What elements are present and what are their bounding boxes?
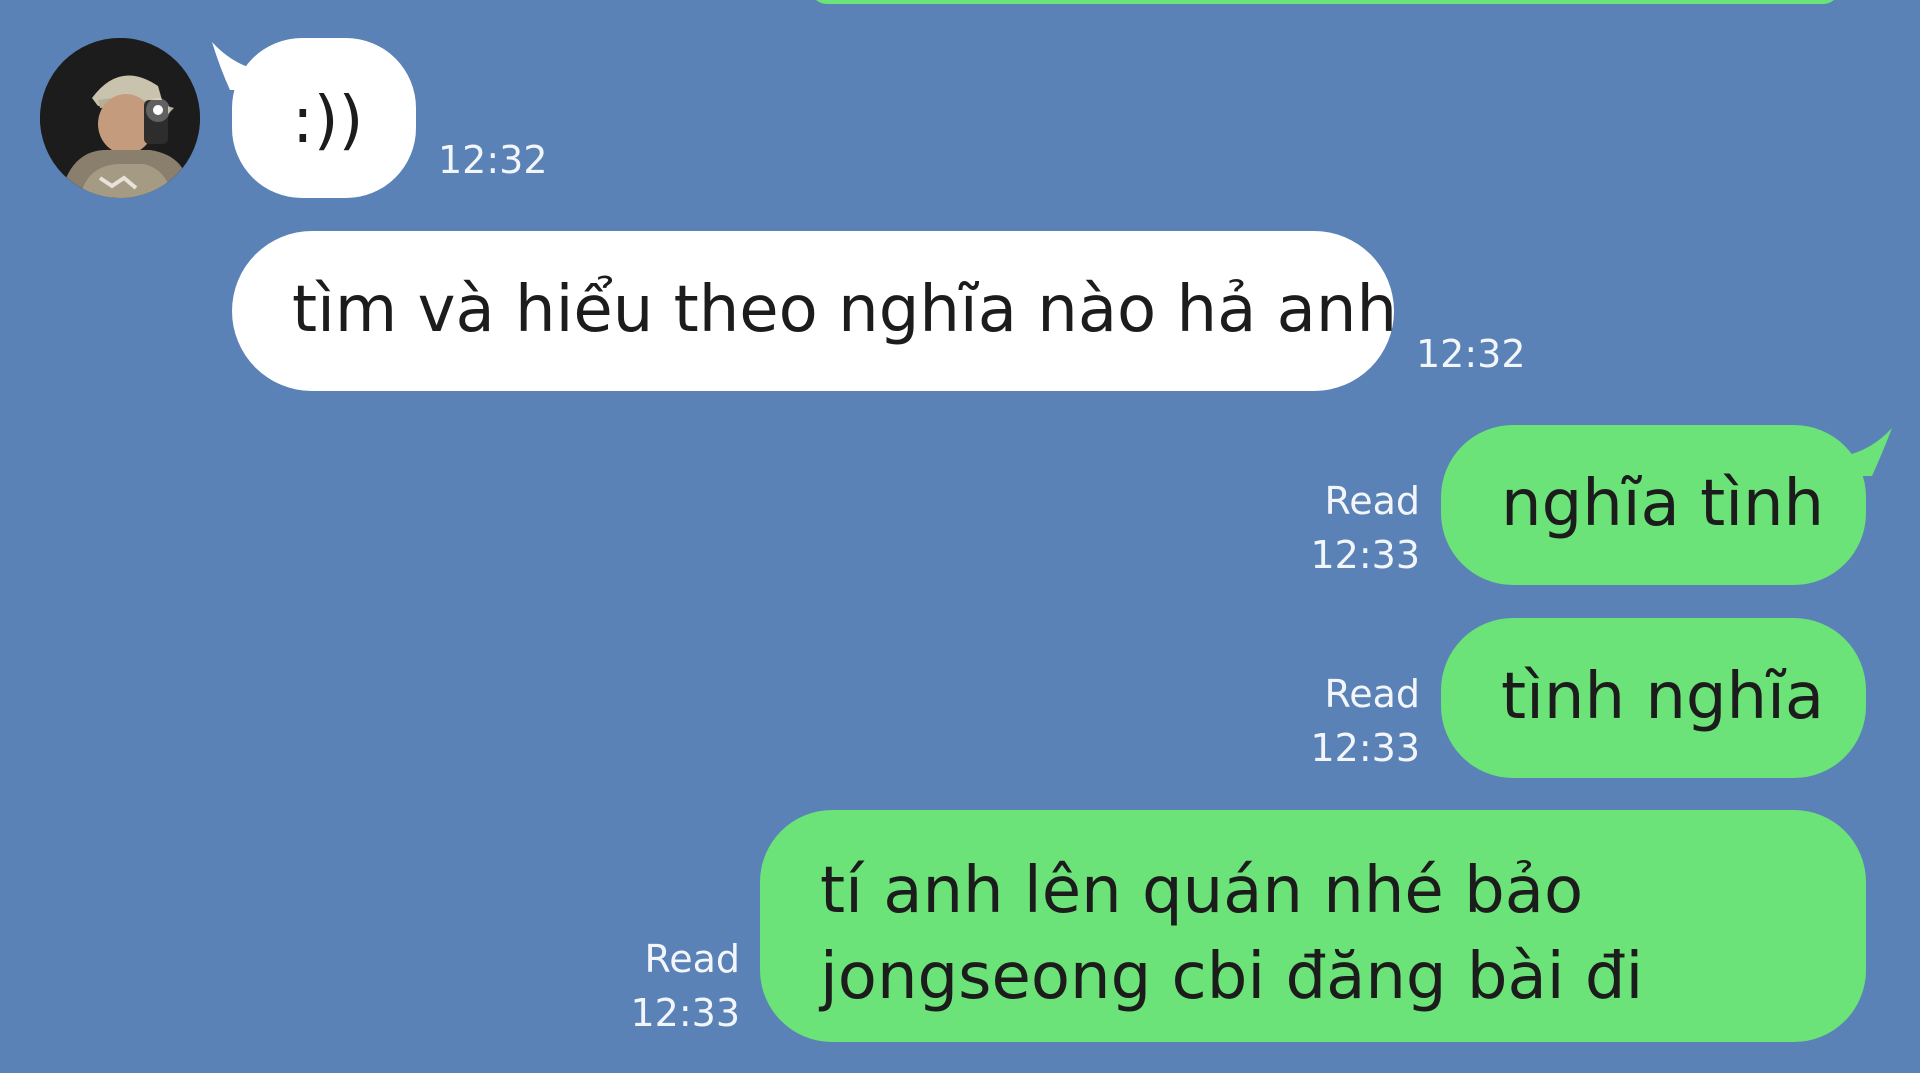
message-text: tìm và hiểu theo nghĩa nào hả anh [292, 273, 1397, 347]
message-text: tình nghĩa [1501, 660, 1825, 734]
read-receipt: Read [644, 937, 740, 981]
message-meta: Read 12:33 [620, 932, 740, 1040]
outgoing-message[interactable]: tí anh lên quán nhé bảo jongseong cbi đă… [760, 810, 1866, 1042]
message-text: nghĩa tình [1501, 467, 1825, 541]
message-time: 12:33 [1310, 533, 1420, 577]
message-time: 12:33 [630, 991, 740, 1035]
avatar-photo-icon [40, 38, 200, 198]
previous-message-bubble[interactable] [810, 0, 1840, 4]
message-text: :)) [292, 84, 364, 158]
message-text-line: tí anh lên quán nhé bảo [820, 854, 1584, 928]
message-text-line: jongseong cbi đăng bài đi [820, 940, 1644, 1014]
chat-thread[interactable]: :)) 12:32 tìm và hiểu theo nghĩa nào hả … [0, 0, 1920, 1073]
contact-avatar[interactable] [40, 38, 200, 198]
read-receipt: Read [1324, 672, 1420, 716]
incoming-message[interactable]: tìm và hiểu theo nghĩa nào hả anh [232, 231, 1397, 391]
outgoing-message[interactable]: tình nghĩa [1441, 618, 1866, 778]
message-time: 12:32 [1416, 332, 1526, 376]
outgoing-message[interactable]: nghĩa tình [1441, 425, 1866, 585]
message-time: 12:32 [438, 138, 548, 182]
message-time: 12:33 [1310, 726, 1420, 770]
read-receipt: Read [1324, 479, 1420, 523]
incoming-message[interactable]: :)) [232, 38, 416, 198]
message-meta: Read 12:33 [1300, 667, 1420, 775]
message-meta: Read 12:33 [1300, 474, 1420, 582]
